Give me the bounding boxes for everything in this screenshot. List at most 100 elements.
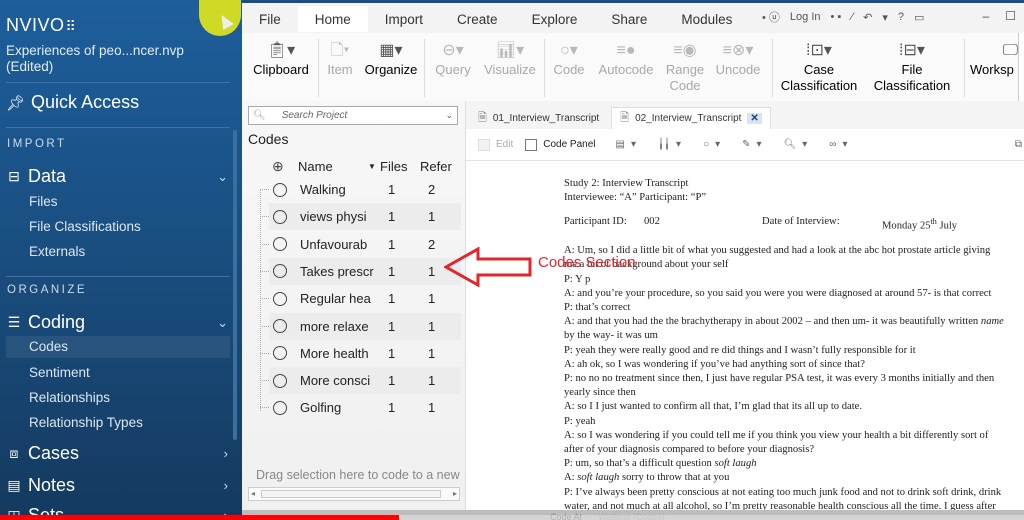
quick-access-button[interactable]: 📌︎ Quick Access bbox=[6, 92, 139, 113]
edit-icon[interactable]: ⁄ bbox=[851, 11, 853, 23]
feedback-icon[interactable]: ▭ bbox=[914, 11, 924, 24]
maximize-icon[interactable]: ☐ bbox=[1005, 9, 1016, 23]
code-panel-toggle[interactable]: Code Panel bbox=[525, 138, 596, 151]
code-panel-checkbox[interactable] bbox=[525, 138, 538, 151]
pen-icon: ✎ bbox=[742, 139, 751, 150]
item-button[interactable]: 🗋▾ Item bbox=[322, 33, 358, 78]
highlight-dropdown[interactable]: ○ ▾ bbox=[703, 139, 720, 150]
transcript-line[interactable]: by the way- it was um bbox=[564, 329, 1024, 343]
edit-toggle[interactable]: Edit bbox=[478, 138, 513, 151]
video-progress-bar[interactable] bbox=[0, 515, 1024, 520]
zoom-dropdown[interactable]: 🔍︎ ▾ bbox=[784, 139, 808, 150]
tab-home[interactable]: Home bbox=[297, 6, 368, 32]
transcript-line[interactable]: P: no no no treatment since then, I just… bbox=[564, 372, 1024, 386]
transcript-line[interactable]: yearly since then bbox=[564, 386, 1024, 400]
sidebar-item-files[interactable]: Files bbox=[29, 194, 58, 209]
query-button[interactable]: ⊖▾ Query bbox=[430, 33, 476, 78]
link-dropdown[interactable]: ∞ ▾ bbox=[829, 139, 847, 150]
code-row[interactable]: Walking 1 2 bbox=[260, 176, 461, 203]
help-button[interactable]: ? bbox=[898, 11, 904, 23]
tab-modules[interactable]: Modules bbox=[664, 6, 749, 32]
visualize-button[interactable]: 📊︎▾ Visualize bbox=[480, 33, 540, 78]
sort-desc-icon[interactable]: ▼ bbox=[368, 162, 380, 171]
login-button[interactable]: Log In bbox=[790, 11, 821, 23]
button-label: Item bbox=[327, 62, 353, 77]
chevron-down-icon[interactable]: ⌄ bbox=[217, 315, 228, 331]
file-classification-button[interactable]: ⁞⊟▾ File Classification bbox=[870, 33, 954, 94]
tab-create[interactable]: Create bbox=[440, 6, 515, 32]
pen-dropdown[interactable]: ✎ ▾ bbox=[742, 139, 761, 150]
save-icon[interactable]: • ▪ bbox=[831, 11, 842, 23]
search-project-input[interactable]: 🔍︎ Search Project ⌄ bbox=[248, 106, 458, 125]
chevron-down-icon[interactable]: ⌄ bbox=[445, 110, 453, 121]
organize-button[interactable]: ▦▾ Organize bbox=[362, 33, 420, 78]
transcript-line[interactable]: P: um, so that’s a difficult question so… bbox=[564, 457, 1024, 471]
case-classification-button[interactable]: ⁞⊡▾ Case Classification bbox=[778, 33, 860, 94]
code-row[interactable]: More health 1 1 bbox=[260, 340, 461, 367]
coding-stripes-dropdown[interactable]: ╽╽ ▾ bbox=[658, 139, 681, 150]
doc-tab-02[interactable]: 🗎 02_Interview_Transcript ✕ bbox=[611, 107, 771, 129]
code-button[interactable]: ○▾ Code bbox=[548, 33, 590, 78]
chevron-right-icon[interactable]: › bbox=[224, 478, 228, 493]
tab-file[interactable]: File bbox=[242, 6, 298, 32]
transcript-line[interactable]: P: I’ve always been pretty conscious at … bbox=[564, 486, 1024, 500]
column-files[interactable]: Files bbox=[380, 159, 420, 174]
drag-to-code-hint[interactable]: Drag selection here to code to a new bbox=[256, 468, 462, 482]
ribbon-scroll-right[interactable] bbox=[1018, 33, 1024, 101]
sidebar-group-notes[interactable]: ▤ Notes › bbox=[6, 475, 232, 496]
transcript-line[interactable]: A: soft laugh sorry to throw that at you bbox=[564, 471, 1024, 485]
tab-explore[interactable]: Explore bbox=[515, 6, 595, 32]
sidebar-item-relationships[interactable]: Relationships bbox=[29, 390, 110, 405]
scroll-left-icon[interactable]: ◂ bbox=[251, 489, 255, 498]
transcript-line[interactable]: P: yeah bbox=[564, 415, 1024, 429]
sidebar-item-file-classifications[interactable]: File Classifications bbox=[29, 219, 141, 234]
column-references[interactable]: Refer bbox=[420, 159, 452, 174]
close-icon[interactable]: ✕ bbox=[747, 113, 762, 124]
autocode-button[interactable]: ≡● Autocode bbox=[594, 33, 658, 78]
column-name[interactable]: Name bbox=[298, 159, 368, 174]
undo-icon[interactable]: ↶ bbox=[863, 11, 872, 24]
uncode-button[interactable]: ≡⊗▾ Uncode bbox=[712, 33, 764, 78]
transcript-line[interactable]: A: ah ok, so I was wondering if you’ve h… bbox=[564, 358, 1024, 372]
range-code-button[interactable]: ≡◉ Range Code bbox=[662, 33, 708, 94]
tab-share[interactable]: Share bbox=[594, 6, 664, 32]
doc-tab-01[interactable]: 🗎 01_Interview_Transcript bbox=[470, 107, 607, 129]
transcript-line[interactable]: P: that’s correct bbox=[564, 301, 1024, 315]
sidebar-item-codes[interactable]: Codes bbox=[6, 336, 230, 358]
code-row[interactable]: more relaxe 1 1 bbox=[260, 312, 461, 340]
undock-icon[interactable]: ⧉ bbox=[1015, 139, 1022, 150]
sidebar-scrollbar[interactable] bbox=[233, 130, 237, 440]
transcript-line[interactable]: P: yeah they were really good and re did… bbox=[564, 344, 1024, 358]
sidebar-group-coding[interactable]: ☰ Coding ⌄ bbox=[6, 312, 232, 333]
sidebar-item-relationship-types[interactable]: Relationship Types bbox=[29, 415, 143, 430]
transcript-line[interactable]: A: and you’re your procedure, so you sai… bbox=[564, 287, 1024, 301]
customize-icon[interactable]: ▾ bbox=[882, 11, 888, 24]
code-row[interactable]: Golfing 1 1 bbox=[260, 394, 461, 421]
edit-checkbox[interactable] bbox=[478, 138, 490, 151]
code-row[interactable]: More consci 1 1 bbox=[260, 367, 461, 395]
horizontal-scrollbar[interactable]: ◂ ▸ bbox=[248, 487, 460, 501]
annotations-dropdown[interactable]: ▤ ▾ bbox=[616, 139, 636, 150]
code-row[interactable]: views physi 1 1 bbox=[260, 203, 461, 231]
code-row[interactable]: Takes prescr 1 1 bbox=[260, 257, 461, 285]
add-code-icon[interactable]: ⊕ bbox=[272, 158, 298, 175]
workspace-button[interactable]: 🖵 Worksp bbox=[970, 33, 1022, 78]
transcript-line[interactable]: A: and that you had the the brachytherap… bbox=[564, 315, 1024, 329]
code-row[interactable]: Regular hea 1 1 bbox=[260, 285, 461, 312]
sidebar-group-cases[interactable]: ⧈ Cases › bbox=[6, 443, 232, 464]
sidebar-group-data[interactable]: ⊟ Data ⌄ bbox=[6, 166, 232, 187]
sidebar-item-externals[interactable]: Externals bbox=[29, 244, 85, 259]
chevron-right-icon[interactable]: › bbox=[224, 446, 228, 461]
transcript-line[interactable]: after of your diagnosis compared to befo… bbox=[564, 443, 1024, 457]
chevron-down-icon[interactable]: ⌄ bbox=[217, 169, 228, 185]
tab-import[interactable]: Import bbox=[368, 6, 440, 32]
scrollbar-thumb[interactable] bbox=[261, 490, 441, 498]
sidebar-item-sentiment[interactable]: Sentiment bbox=[29, 365, 90, 380]
clipboard-button[interactable]: 📋︎▾ Clipboard bbox=[250, 33, 312, 78]
scroll-right-icon[interactable]: ▸ bbox=[453, 489, 457, 498]
minimize-icon[interactable]: – bbox=[983, 9, 990, 23]
transcript-line[interactable]: A: so I was wondering if you could tell … bbox=[564, 429, 1024, 443]
transcript-line[interactable]: P: Y p bbox=[564, 273, 1024, 287]
transcript-line[interactable]: A: so I I just wanted to confirm all tha… bbox=[564, 400, 1024, 414]
code-row[interactable]: Unfavourab 1 2 bbox=[260, 231, 461, 258]
